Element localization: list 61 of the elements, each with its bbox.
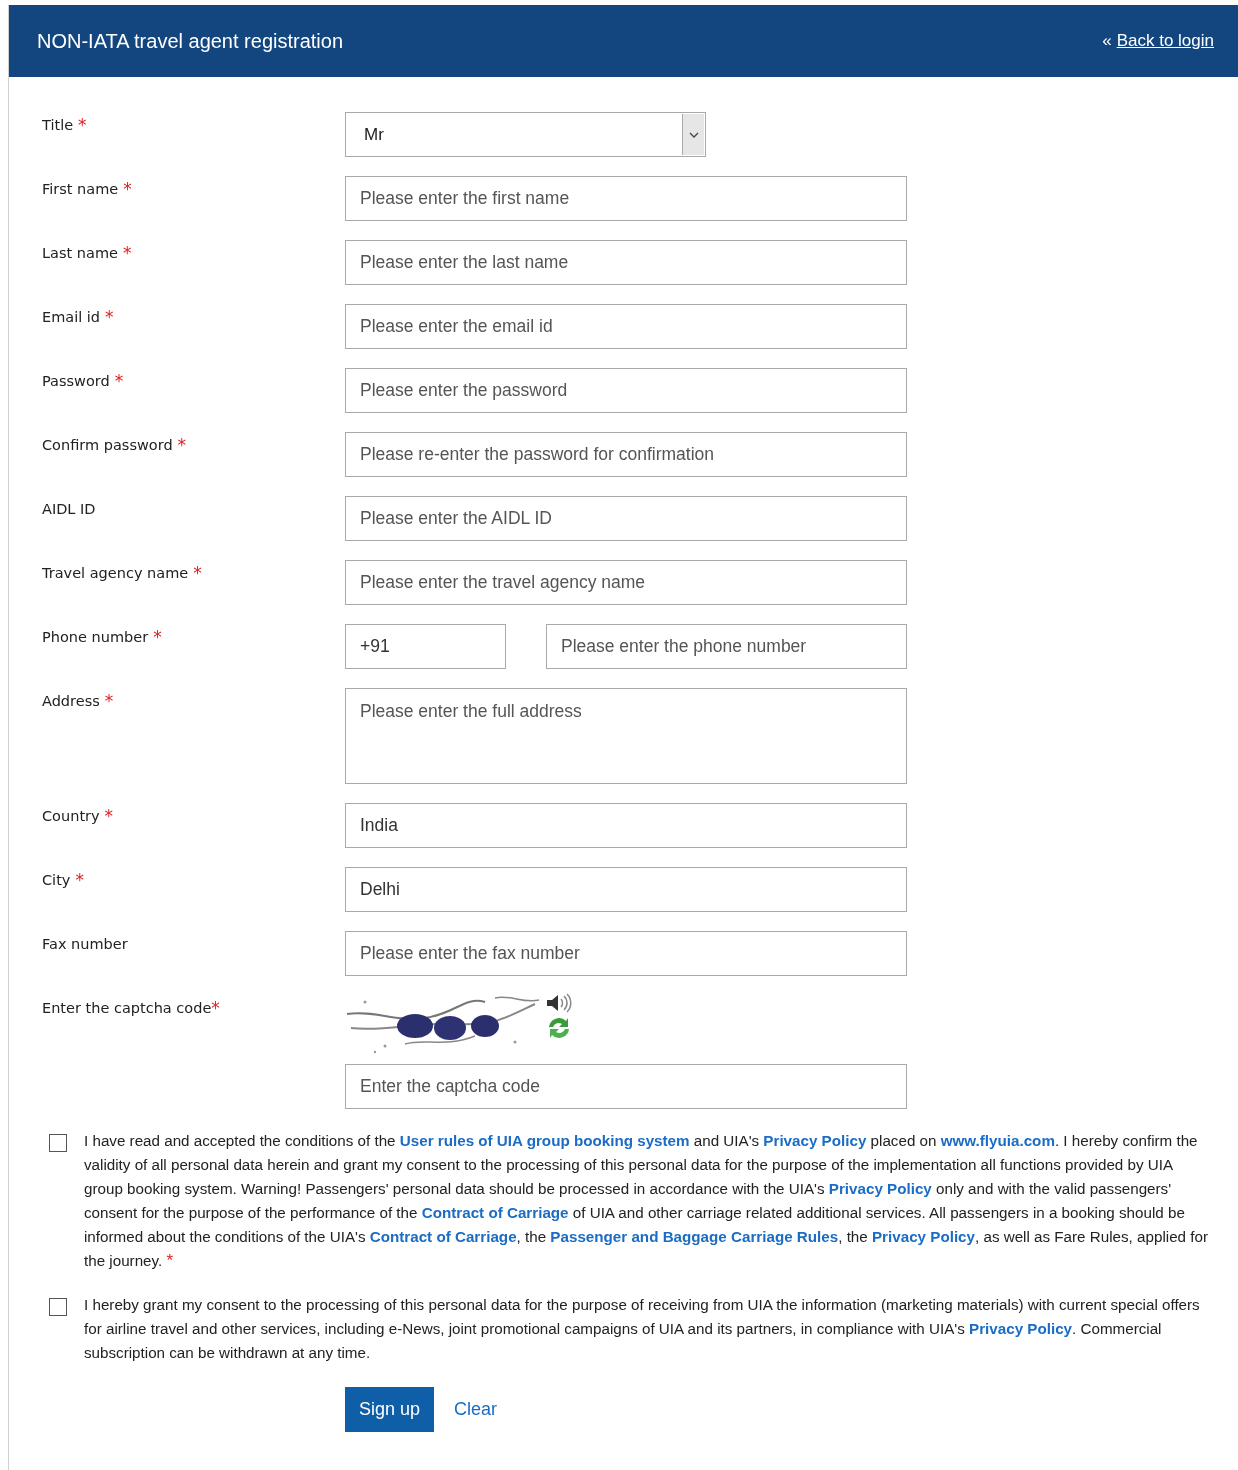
required-asterisk: *	[122, 245, 132, 262]
field-label: Title	[42, 117, 74, 133]
policy-link[interactable]: Privacy Policy	[828, 1180, 932, 1197]
required-asterisk: *	[193, 565, 202, 582]
field-label: Country	[42, 808, 100, 824]
country-code-field[interactable]: +91	[345, 624, 506, 669]
field-label: Password	[42, 373, 110, 389]
policy-link[interactable]: Contract of Carriage	[369, 1228, 517, 1245]
text-field[interactable]: Please enter the fax number	[345, 931, 907, 976]
required-asterisk: *	[211, 1000, 220, 1017]
text-field[interactable]: Delhi	[345, 867, 907, 912]
required-asterisk: *	[78, 117, 87, 134]
consent-text: I hereby grant my consent to the processing of this personal data for the purpose of receiving from UIA the information (marketing materials) with current special offers for airline travel and other services, including e-News, joint promotional campaigns of UIA and its partners, in compliance with UIA's Privacy Policy. Commercial subscription can be withdrawn at any time.	[84, 1295, 1201, 1363]
required-asterisk: *	[123, 181, 132, 198]
text-field[interactable]: India	[345, 803, 907, 848]
required-asterisk: *	[75, 872, 84, 889]
field-label: Email id	[42, 309, 101, 325]
required-asterisk: *	[104, 693, 114, 710]
field-label: AIDL ID	[42, 501, 96, 517]
text-field[interactable]: Please enter the password	[345, 368, 907, 413]
required-asterisk: *	[166, 1251, 174, 1270]
policy-link[interactable]: Privacy Policy	[763, 1132, 867, 1149]
policy-link[interactable]: www.flyuia.com	[940, 1132, 1055, 1149]
text-field[interactable]: Please enter the last name	[345, 240, 907, 285]
policy-link[interactable]: User rules of UIA group booking system	[399, 1132, 690, 1149]
required-asterisk: *	[114, 373, 124, 390]
phone-field[interactable]: Please enter the phone number	[546, 624, 907, 669]
required-asterisk: *	[153, 629, 162, 646]
required-asterisk: *	[104, 808, 114, 825]
field-label: Fax number	[42, 936, 128, 952]
captcha-field[interactable]: Enter the captcha code	[345, 1064, 907, 1109]
text-field[interactable]: Please re-enter the password for confirmation	[345, 432, 907, 477]
field-label: Confirm password	[42, 437, 173, 453]
address-field[interactable]: Please enter the full address	[345, 688, 907, 784]
page-title: NON-IATA travel agent registration	[37, 29, 344, 53]
policy-link[interactable]: Privacy Policy	[872, 1228, 975, 1245]
checkbox[interactable]	[49, 1134, 67, 1152]
required-asterisk: *	[105, 309, 114, 326]
text-field[interactable]: Please enter the travel agency name	[345, 560, 907, 605]
sign-up-button[interactable]: Sign up	[345, 1387, 435, 1432]
chevron-down-icon	[682, 114, 704, 155]
field-label: Enter the captcha code	[42, 1000, 212, 1016]
checkbox[interactable]	[49, 1298, 67, 1316]
consent-text: I have read and accepted the conditions of the User rules of UIA group booking system and UIA's Privacy Policy placed on www.flyuia.com. I hereby confirm the validity of all personal data herein and grant my consent to the processing of this personal data for the purpose of the implementation all functions provided by UIA group booking system. Warning! Passengers' personal data should be processed in accordance with the UIA's Privacy Policy only and with the valid passengers' consent for the purpose of the performance of the Contract of Carriage of UIA and other carriage related additional services. All passengers in a booking should be informed about the conditions of the UIA's Contract of Carriage, the Passenger and Baggage Carriage Rules, the Privacy Policy, as well as Fare Rules, applied for the journey. *	[84, 1131, 1208, 1272]
title-select[interactable]: Mr	[345, 112, 706, 157]
policy-link[interactable]: Privacy Policy	[969, 1320, 1073, 1337]
field-label: Address	[42, 693, 100, 709]
field-label: Phone number	[42, 629, 149, 645]
back-arrow-icon: «	[1102, 31, 1112, 51]
policy-link[interactable]: Contract of Carriage	[421, 1204, 569, 1221]
field-label: Last name	[42, 245, 118, 261]
field-label: City	[42, 872, 71, 888]
speaker-icon[interactable]	[545, 992, 573, 1014]
back-to-login-link[interactable]: Back to login	[1116, 31, 1214, 51]
text-field[interactable]: Please enter the email id	[345, 304, 907, 349]
required-asterisk: *	[177, 437, 187, 454]
field-label: First name	[42, 181, 119, 197]
text-field[interactable]: Please enter the first name	[345, 176, 907, 221]
field-label: Travel agency name	[42, 565, 189, 581]
clear-link[interactable]: Clear	[454, 1399, 498, 1420]
text-field[interactable]: Please enter the AIDL ID	[345, 496, 907, 541]
